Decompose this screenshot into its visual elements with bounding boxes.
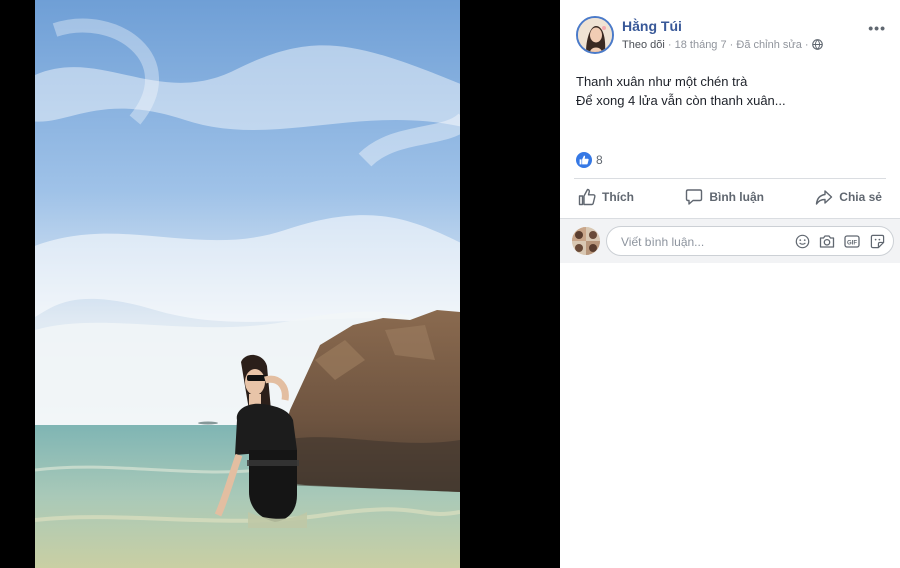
- viewer-avatar[interactable]: [572, 227, 600, 255]
- comment-box: GIF: [606, 226, 894, 257]
- caption-line: Thanh xuân như một chén trà: [576, 74, 748, 89]
- divider: [574, 178, 886, 179]
- comment-button[interactable]: Bình luận: [681, 188, 768, 206]
- camera-icon[interactable]: [819, 233, 835, 249]
- post-actions: Thích Bình luận Chia sẻ: [574, 182, 886, 212]
- meta-separator: ·: [729, 39, 734, 51]
- comment-tools: GIF: [794, 233, 885, 249]
- meta-separator: ·: [804, 39, 809, 51]
- comment-label: Bình luận: [709, 190, 764, 204]
- thumbs-up-icon: [578, 188, 596, 206]
- comment-composer: GIF: [560, 218, 900, 263]
- post-photo[interactable]: [35, 0, 460, 568]
- author-avatar[interactable]: [576, 16, 614, 54]
- share-label: Chia sẻ: [839, 190, 882, 204]
- emoji-icon[interactable]: [794, 233, 810, 249]
- post-meta: Theo dõi · 18 tháng 7 · Đã chỉnh sửa ·: [622, 39, 823, 53]
- reaction-count[interactable]: 8: [596, 153, 603, 167]
- gif-icon[interactable]: GIF: [844, 233, 860, 249]
- avatar-image: [578, 18, 612, 52]
- viewer-avatar-image: [572, 227, 600, 255]
- photo-viewer: [0, 0, 560, 568]
- more-options-button[interactable]: •••: [868, 20, 886, 36]
- reactions-summary[interactable]: 8: [576, 152, 603, 168]
- share-icon: [816, 190, 833, 205]
- like-button[interactable]: Thích: [574, 188, 638, 206]
- comment-input[interactable]: [619, 227, 773, 257]
- beach-photo-image: [35, 0, 460, 568]
- comment-icon: [686, 189, 703, 205]
- author-name[interactable]: Hằng Túi: [622, 18, 682, 34]
- svg-text:GIF: GIF: [847, 240, 857, 246]
- like-icon: [576, 152, 592, 168]
- post-detail-panel: Hằng Túi Theo dõi · 18 tháng 7 · Đã chỉn…: [560, 0, 900, 568]
- caption-line: Để xong 4 lửa vẫn còn thanh xuân...: [576, 93, 786, 108]
- meta-separator: ·: [667, 39, 672, 51]
- sticker-icon[interactable]: [869, 233, 885, 249]
- post-caption: Thanh xuân như một chén trà Để xong 4 lử…: [576, 72, 786, 110]
- follow-link[interactable]: Theo dõi: [622, 39, 665, 51]
- globe-icon[interactable]: [811, 39, 823, 53]
- edited-label[interactable]: Đã chỉnh sửa: [736, 39, 801, 51]
- post-header: Hằng Túi Theo dõi · 18 tháng 7 · Đã chỉn…: [576, 16, 886, 58]
- share-button[interactable]: Chia sẻ: [811, 188, 886, 206]
- like-label: Thích: [602, 190, 634, 204]
- post-date[interactable]: 18 tháng 7: [675, 39, 727, 51]
